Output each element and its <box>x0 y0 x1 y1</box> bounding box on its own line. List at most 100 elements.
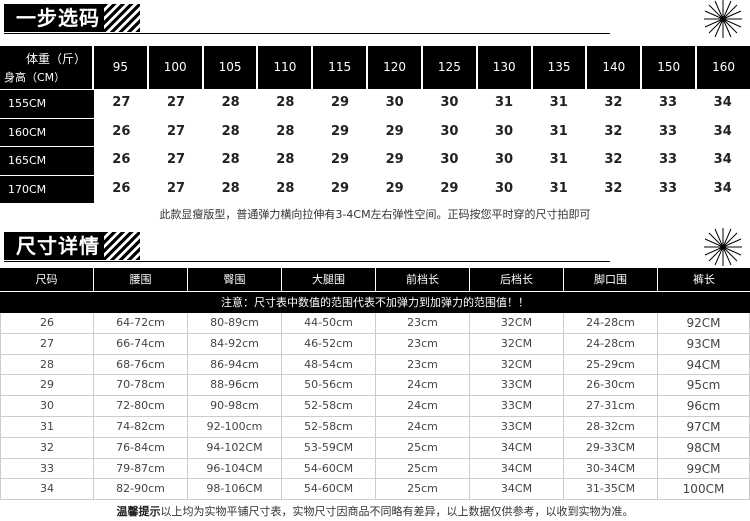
size-cell: 29 <box>440 180 459 196</box>
weight-header-cell: 130 <box>477 46 533 89</box>
size-cell: 27 <box>166 152 186 167</box>
table-cell: 50-56cm <box>282 375 376 396</box>
column-header: 臀围 <box>188 268 282 291</box>
size-cell: 30 <box>440 123 459 139</box>
range-notice: 注意：尺寸表中数值的范围代表不加弹力到加弹力的范围值！！ <box>0 291 750 313</box>
table-cell: 24cm <box>376 416 470 437</box>
table-cell: 33CM <box>470 396 564 416</box>
table-cell: 88-96cm <box>188 375 282 396</box>
weight-header-cell: 150 <box>642 46 698 89</box>
fit-note: 此款显瘦版型，普通弹力横向拉伸有3-4CM左右弹性空间。正码按您平时穿的尺寸拍即… <box>159 208 591 221</box>
size-cell: 29 <box>385 152 404 167</box>
size-cell: 27 <box>166 95 186 110</box>
table-row: 31 74-82cm 92-100cm 52-58cm 24cm 33CM 28-32cm 9… <box>0 416 750 438</box>
starburst-icon <box>704 0 742 38</box>
table-cell: 95cm <box>658 375 750 396</box>
table-cell: 74-82cm <box>94 416 188 437</box>
table-cell: 24cm <box>376 396 470 416</box>
table-row: 29 70-78cm 88-96cm 50-56cm 24cm 33CM 26-30cm 95… <box>0 375 750 397</box>
size-cell: 34 <box>713 123 732 139</box>
size-cell: 29 <box>330 180 350 196</box>
size-cell: 26 <box>112 152 131 167</box>
column-header: 前档长 <box>376 268 470 291</box>
size-cell: 28 <box>221 180 240 196</box>
table-cell: 32 <box>0 437 94 458</box>
weight-header-cell: 140 <box>587 46 643 89</box>
table-cell: 68-76cm <box>94 354 188 375</box>
size-cell: 32 <box>604 95 623 110</box>
section-divider <box>4 33 610 34</box>
section-header-size-select: 一步选码 <box>0 0 750 38</box>
table-row: 27 66-74cm 84-92cm 46-52cm 23cm 32CM 24-28cm 93… <box>0 333 750 355</box>
size-cell: 33 <box>659 123 678 139</box>
size-cell: 34 <box>713 95 732 110</box>
table-cell: 52-58cm <box>282 396 376 416</box>
table-cell: 26-30cm <box>564 375 658 396</box>
table-header-row: 尺码 腰围 臀围 大腿围 前档长 后档长 脚口围 裤长 <box>0 268 750 291</box>
weight-header-cell: 100 <box>148 46 204 89</box>
table-cell: 46-52cm <box>282 333 376 354</box>
height-axis-label: 身高（CM） <box>4 71 66 84</box>
weight-header-cell: 115 <box>313 46 369 89</box>
size-cell: 28 <box>276 180 295 196</box>
table-cell: 97CM <box>658 416 750 437</box>
size-cell: 28 <box>276 95 295 110</box>
table-row: 160CM 26 27 28 28 29 29 30 30 31 32 33 34 <box>0 117 750 146</box>
table-cell: 24-28cm <box>564 333 658 354</box>
size-cell: 30 <box>494 152 514 167</box>
size-cell: 28 <box>276 123 295 139</box>
table-body: 155CM 27 27 28 28 29 30 30 31 31 32 33 34 160CM 26 27 28… <box>0 89 750 203</box>
starburst-icon <box>704 228 742 266</box>
table-cell: 24cm <box>376 375 470 396</box>
size-cell: 29 <box>385 180 404 196</box>
table-row: 26 64-72cm 80-89cm 44-50cm 23cm 32CM 24-28cm 92… <box>0 313 750 334</box>
table-cell: 98-106CM <box>188 479 282 500</box>
size-cell: 29 <box>330 123 350 139</box>
size-cell: 29 <box>385 123 404 139</box>
table-cell: 98CM <box>658 437 750 458</box>
table-cell: 27 <box>0 333 94 354</box>
size-cell: 33 <box>659 180 678 196</box>
size-cell: 28 <box>221 123 240 139</box>
size-cell: 31 <box>549 152 568 167</box>
weight-header-cell: 135 <box>532 46 588 89</box>
height-header-cell: 160CM <box>0 117 94 146</box>
table-cell: 94-102CM <box>188 437 282 458</box>
size-cell: 32 <box>604 123 623 139</box>
size-cell: 31 <box>549 123 568 139</box>
table-cell: 72-80cm <box>94 396 188 416</box>
size-cell: 27 <box>166 123 186 139</box>
table-cell: 93CM <box>658 333 750 354</box>
table-row: 155CM 27 27 28 28 29 30 30 31 31 32 33 34 <box>0 89 750 118</box>
size-cell: 33 <box>659 95 678 110</box>
table-cell: 31 <box>0 416 94 437</box>
footer-tip-text: 以上均为实物平铺尺寸表，实物尺寸因商品不同略有差异，以上数据仅供参考，以收到实物… <box>160 505 634 518</box>
table-body: 26 64-72cm 80-89cm 44-50cm 23cm 32CM 24-28cm 92… <box>0 313 750 501</box>
table-cell: 23cm <box>376 354 470 375</box>
table-cell: 25-29cm <box>564 354 658 375</box>
table-cell: 24-28cm <box>564 313 658 333</box>
table-row: 28 68-76cm 86-94cm 48-54cm 23cm 32CM 25-29cm 94… <box>0 354 750 376</box>
table-cell: 27-31cm <box>564 396 658 416</box>
table-row: 34 82-90cm 98-106CM 54-60CM 25cm 34CM 31-35CM 1… <box>0 479 750 501</box>
table-cell: 34CM <box>470 479 564 500</box>
footer-tip-label: 温馨提示 <box>116 505 161 518</box>
table-cell: 52-58cm <box>282 416 376 437</box>
table-cell: 70-78cm <box>94 375 188 396</box>
size-cell: 30 <box>494 123 514 139</box>
weight-header-cell: 120 <box>368 46 423 89</box>
table-cell: 25cm <box>376 479 470 500</box>
table-cell: 54-60CM <box>282 458 376 479</box>
table-cell: 76-84cm <box>94 437 188 458</box>
table-header-row: 体重（斤） 身高（CM） 95 100 105 110 115 120 125 130 135 1… <box>0 46 750 89</box>
size-cell: 32 <box>604 152 623 167</box>
table-cell: 92CM <box>658 313 750 333</box>
table-cell: 25cm <box>376 458 470 479</box>
size-cell: 29 <box>330 95 350 110</box>
table-cell: 96cm <box>658 396 750 416</box>
table-cell: 23cm <box>376 313 470 333</box>
table-cell: 99CM <box>658 458 750 479</box>
table-cell: 48-54cm <box>282 354 376 375</box>
column-header: 裤长 <box>693 273 715 286</box>
size-cell: 27 <box>166 180 186 196</box>
